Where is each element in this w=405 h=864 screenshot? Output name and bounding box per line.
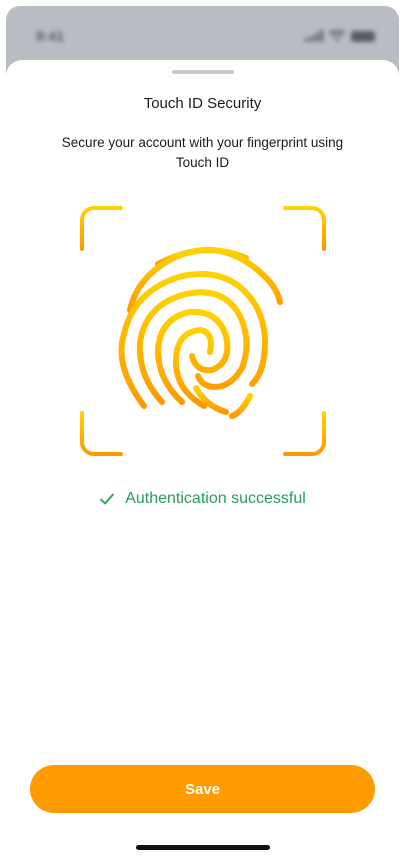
home-indicator[interactable] (135, 845, 270, 850)
save-button[interactable]: Save (30, 765, 375, 813)
wifi-icon (329, 30, 345, 42)
sheet-grabber-handle[interactable] (171, 70, 234, 74)
signal-icon (305, 30, 323, 42)
auth-status-text: Authentication successful (125, 490, 306, 507)
sheet-subtitle: Secure your account with your fingerprin… (61, 135, 344, 170)
status-icons (305, 30, 375, 42)
sheet-title: Touch ID Security (143, 95, 262, 112)
fingerprint-scanner (80, 206, 326, 456)
auth-status-message: Authentication successful (6, 490, 399, 508)
status-bar: 9:41 (30, 26, 375, 46)
fingerprint-icon (118, 247, 283, 419)
phone-screen: 9:41 Touch ID Security Secure your accou… (0, 0, 405, 864)
status-time: 9:41 (36, 28, 65, 44)
bottom-sheet: Touch ID Security Secure your account wi… (6, 60, 399, 864)
checkmark-icon (100, 493, 115, 505)
battery-icon (351, 30, 375, 42)
